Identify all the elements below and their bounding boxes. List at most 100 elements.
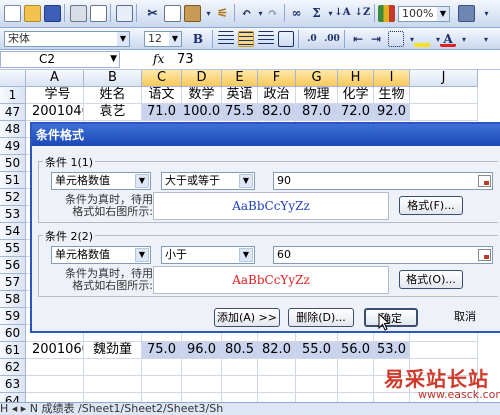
cut-icon[interactable]: ✂ [144,5,161,22]
decrease-indent-icon[interactable]: ⇤ [350,31,366,47]
align-center-icon[interactable] [238,31,254,47]
cell[interactable] [84,359,142,376]
cell[interactable] [222,376,258,393]
cell[interactable]: 化学 [338,87,374,104]
cell[interactable] [338,359,374,376]
cell[interactable]: 75.0 [142,342,182,359]
save-icon[interactable] [44,5,61,22]
row-header[interactable]: 59 [0,308,26,325]
condition-2-format-button[interactable]: 格式(O)... [399,270,463,289]
column-header-i[interactable]: I [374,70,410,87]
cell[interactable]: 82.0 [258,104,296,121]
condition-2-type-select[interactable]: 单元格数值 ▼ [51,246,151,264]
row-header[interactable]: 50 [0,155,26,172]
row-header[interactable]: 1 [0,87,26,104]
cell[interactable] [410,87,478,104]
cell[interactable]: 物理 [296,87,338,104]
cell[interactable]: 数学 [182,87,222,104]
cell[interactable]: 96.0 [182,342,222,359]
cell[interactable]: 英语 [222,87,258,104]
cell[interactable]: 72.0 [338,104,374,121]
sort-descending-icon[interactable]: ↓Z [354,5,371,22]
cell[interactable] [410,104,478,121]
cell[interactable]: 姓名 [84,87,142,104]
paste-icon[interactable] [184,5,201,22]
cell[interactable]: 71.0 [142,104,182,121]
toolbar-options-icon[interactable]: ▾ [478,5,495,22]
range-picker-icon[interactable] [478,175,491,187]
fill-color-icon[interactable] [414,31,430,47]
cell[interactable] [26,359,84,376]
decrease-decimal-icon[interactable]: .00 [324,31,340,47]
help-icon[interactable] [458,5,475,22]
cell[interactable] [182,359,222,376]
cell[interactable] [258,376,296,393]
range-picker-icon[interactable] [478,249,491,261]
delete-condition-button[interactable]: 删除(D)... [288,308,354,327]
cell[interactable]: 92.0 [374,104,410,121]
cell[interactable] [296,359,338,376]
row-header[interactable]: 49 [0,138,26,155]
hyperlink-icon[interactable]: ∞ [288,5,305,22]
row-header[interactable]: 52 [0,189,26,206]
print-icon[interactable] [70,5,87,22]
cell[interactable]: 100.0 [182,104,222,121]
cell[interactable]: 政治 [258,87,296,104]
column-header-e[interactable]: E [222,70,258,87]
cell[interactable]: 82.0 [258,342,296,359]
cell[interactable]: 2001060 [26,342,84,359]
ok-button[interactable]: 确定 [364,308,418,327]
column-header-j[interactable]: J [410,70,478,87]
column-header-a[interactable]: A [26,70,84,87]
borders-icon[interactable] [388,31,404,47]
cell[interactable] [84,376,142,393]
condition-1-format-button[interactable]: 格式(F)... [399,196,463,215]
cell[interactable] [338,376,374,393]
cell[interactable]: 2001046 [26,104,84,121]
open-folder-icon[interactable] [24,5,41,22]
sort-ascending-icon[interactable]: ↓A [334,5,351,22]
row-header[interactable]: 56 [0,257,26,274]
format-painter-icon[interactable]: ⚟ [214,5,231,22]
row-header[interactable]: 61 [0,342,26,359]
new-file-icon[interactable] [4,5,21,22]
increase-decimal-icon[interactable]: .0 [304,31,320,47]
chart-wizard-icon[interactable] [378,5,395,22]
align-left-icon[interactable] [218,31,234,47]
cell[interactable] [26,376,84,393]
column-header-d[interactable]: D [182,70,222,87]
row-header[interactable]: 53 [0,206,26,223]
font-color-icon[interactable]: A [440,31,456,47]
font-name-select[interactable]: 宋体 ▼ [4,31,130,47]
cell[interactable]: 75.5 [222,104,258,121]
row-header[interactable]: 51 [0,172,26,189]
row-header[interactable]: 48 [0,121,26,138]
cancel-button[interactable]: 取消 [432,308,498,327]
cell[interactable]: 袁艺 [84,104,142,121]
cell[interactable] [222,359,258,376]
name-box[interactable]: C2 ▼ [0,51,120,68]
zoom-select[interactable]: 100% ▼ [398,6,450,22]
column-header-f[interactable]: F [258,70,296,87]
row-header[interactable]: 63 [0,376,26,393]
cell[interactable]: 语文 [142,87,182,104]
merge-center-icon[interactable] [278,31,294,47]
row-header[interactable]: 60 [0,325,26,342]
redo-icon[interactable]: ↷ [264,5,281,22]
cell[interactable]: 53.0 [374,342,410,359]
bold-button[interactable]: B [190,31,206,47]
cell[interactable] [142,359,182,376]
column-header-h[interactable]: H [338,70,374,87]
increase-indent-icon[interactable]: ⇥ [368,31,384,47]
cell[interactable]: 87.0 [296,104,338,121]
cell[interactable] [410,342,478,359]
condition-1-type-select[interactable]: 单元格数值 ▼ [51,172,151,190]
row-header[interactable]: 62 [0,359,26,376]
add-condition-button[interactable]: 添加(A) >> [214,308,280,327]
copy-icon[interactable] [164,5,181,22]
cell[interactable]: 学号 [26,87,84,104]
align-right-icon[interactable] [258,31,274,47]
condition-2-operator-select[interactable]: 小于 ▼ [161,246,255,264]
cell[interactable] [142,376,182,393]
column-header-b[interactable]: B [84,70,142,87]
